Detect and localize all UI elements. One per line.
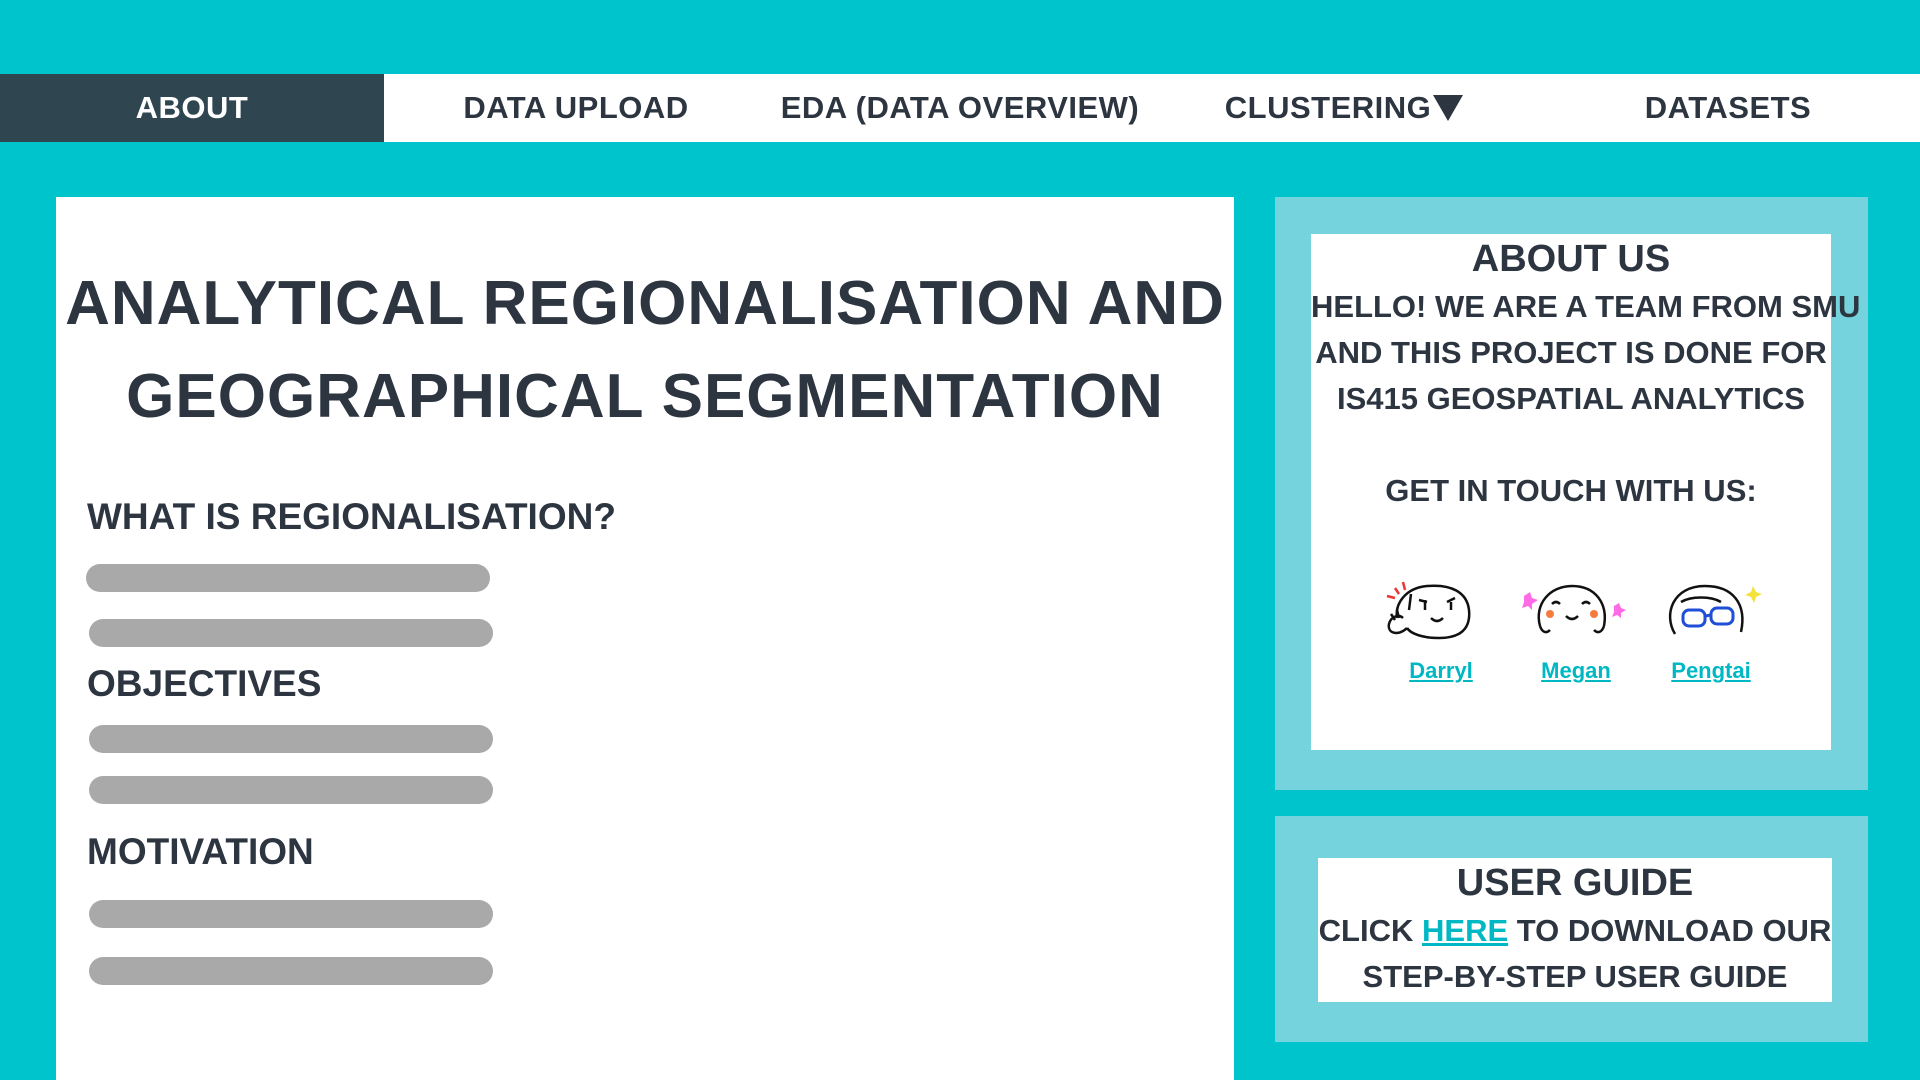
member-link-darryl[interactable]: Darryl [1376, 658, 1506, 684]
member-pengtai: Pengtai [1646, 574, 1776, 684]
about-us-line-2: AND THIS PROJECT IS DONE FOR [1315, 335, 1827, 370]
text-placeholder-bar [89, 725, 493, 753]
about-us-line-1: HELLO! WE ARE A TEAM FROM SMU [1311, 289, 1861, 324]
nav-eda-label: EDA (DATA OVERVIEW) [780, 90, 1140, 125]
about-us-line-3: IS415 GEOSPATIAL ANALYTICS [1337, 381, 1805, 416]
nav-datasets-label: DATASETS [1644, 90, 1812, 125]
nav-data-upload[interactable]: DATA UPLOAD [384, 74, 768, 142]
nav-clustering-label: CLUSTERING [1224, 90, 1432, 125]
text-placeholder-bar [89, 900, 493, 928]
pengtai-avatar-icon [1668, 584, 1762, 635]
text-placeholder-bar [89, 957, 493, 985]
about-us-title: ABOUT US [1471, 238, 1671, 280]
member-link-pengtai[interactable]: Pengtai [1646, 658, 1776, 684]
contact-heading: GET IN TOUCH WITH US: [1385, 473, 1757, 508]
section-heading-objectives: OBJECTIVES [87, 663, 322, 704]
download-guide-link[interactable]: HERE [1422, 913, 1508, 948]
user-guide-text-before: CLICK [1318, 913, 1422, 948]
about-us-panel: ABOUT US HELLO! WE ARE A TEAM FROM SMU A… [1275, 197, 1868, 790]
nav-eda[interactable]: EDA (DATA OVERVIEW) [768, 74, 1152, 142]
member-link-megan[interactable]: Megan [1511, 658, 1641, 684]
user-guide-text-after: TO DOWNLOAD OUR [1508, 913, 1832, 948]
text-placeholder-bar [89, 619, 493, 647]
member-darryl: Darryl [1376, 574, 1506, 684]
text-placeholder-bar [86, 564, 490, 592]
section-heading-regionalisation: WHAT IS REGIONALISATION? [87, 496, 616, 537]
page-title-line-2: GEOGRAPHICAL SEGMENTATION [126, 362, 1164, 431]
user-guide-line-1: CLICK HERE TO DOWNLOAD OUR [1318, 908, 1832, 954]
megan-avatar-icon [1522, 584, 1626, 634]
user-guide-title: USER GUIDE [1456, 862, 1694, 904]
dropdown-triangle-icon [1433, 95, 1464, 121]
text-placeholder-bar [89, 776, 493, 804]
main-content-card: ANALYTICAL REGIONALISATION AND GEOGRAPHI… [56, 197, 1234, 1080]
page-title: ANALYTICAL REGIONALISATION AND GEOGRAPHI… [56, 257, 1234, 443]
user-guide-card: USER GUIDE CLICK HERE TO DOWNLOAD OUR ST… [1318, 858, 1832, 1002]
nav-about-label: ABOUT [135, 90, 249, 125]
user-guide-panel: USER GUIDE CLICK HERE TO DOWNLOAD OUR ST… [1275, 816, 1868, 1042]
page-title-line-1: ANALYTICAL REGIONALISATION AND [65, 269, 1225, 338]
top-nav: ABOUT DATA UPLOAD EDA (DATA OVERVIEW) CL… [0, 74, 1920, 142]
about-us-card: ABOUT US HELLO! WE ARE A TEAM FROM SMU A… [1311, 234, 1861, 750]
section-heading-motivation: MOTIVATION [87, 831, 314, 872]
nav-about[interactable]: ABOUT [0, 74, 384, 142]
nav-clustering[interactable]: CLUSTERING [1152, 74, 1536, 142]
nav-data-upload-label: DATA UPLOAD [463, 90, 689, 125]
darryl-avatar-icon [1386, 581, 1471, 640]
nav-datasets[interactable]: DATASETS [1536, 74, 1920, 142]
user-guide-line-2: STEP-BY-STEP USER GUIDE [1362, 959, 1788, 994]
member-megan: Megan [1511, 574, 1641, 684]
